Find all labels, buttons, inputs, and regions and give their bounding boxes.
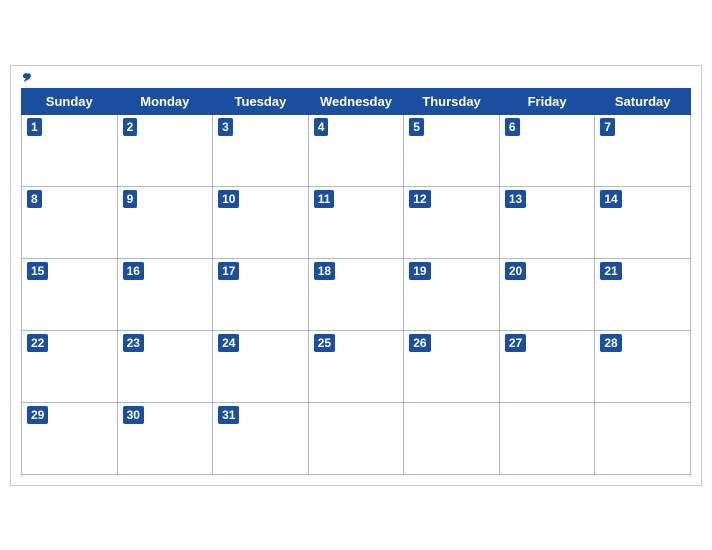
day-number: 5: [409, 118, 424, 137]
calendar-cell: 13: [499, 186, 595, 258]
week-row-5: 29 30 31: [22, 402, 691, 474]
calendar-cell: 15: [22, 258, 118, 330]
calendar-cell: 31: [213, 402, 309, 474]
week-row-3: 15 16 17 18 19 20 21: [22, 258, 691, 330]
calendar-cell: [308, 402, 404, 474]
day-number: 9: [123, 190, 138, 209]
calendar-cell: 20: [499, 258, 595, 330]
calendar-cell: [499, 402, 595, 474]
weekday-header-monday: Monday: [117, 88, 213, 114]
calendar-cell: [404, 402, 500, 474]
calendar-body: 1234567891011121314151617181920212223242…: [22, 114, 691, 474]
calendar-cell: 16: [117, 258, 213, 330]
week-row-4: 22 23 24 25 26 27 28: [22, 330, 691, 402]
day-number: 12: [409, 190, 430, 209]
calendar-cell: [595, 402, 691, 474]
calendar-cell: 9: [117, 186, 213, 258]
day-number: 11: [314, 190, 335, 209]
day-number: 21: [600, 262, 621, 281]
calendar-cell: 30: [117, 402, 213, 474]
day-number: 24: [218, 334, 239, 353]
day-number: 30: [123, 406, 144, 425]
day-number: 8: [27, 190, 42, 209]
calendar-cell: 1: [22, 114, 118, 186]
calendar-cell: 19: [404, 258, 500, 330]
calendar-cell: 4: [308, 114, 404, 186]
weekday-header-sunday: Sunday: [22, 88, 118, 114]
calendar-cell: 29: [22, 402, 118, 474]
day-number: 6: [505, 118, 520, 137]
calendar-cell: 22: [22, 330, 118, 402]
calendar-cell: 28: [595, 330, 691, 402]
weekday-header-row: SundayMondayTuesdayWednesdayThursdayFrid…: [22, 88, 691, 114]
calendar-cell: 25: [308, 330, 404, 402]
day-number: 13: [505, 190, 526, 209]
calendar-cell: 23: [117, 330, 213, 402]
calendar-cell: 26: [404, 330, 500, 402]
calendar-cell: 17: [213, 258, 309, 330]
day-number: 28: [600, 334, 621, 353]
day-number: 18: [314, 262, 335, 281]
weekday-header-wednesday: Wednesday: [308, 88, 404, 114]
day-number: 10: [218, 190, 239, 209]
day-number: 2: [123, 118, 138, 137]
calendar-cell: 21: [595, 258, 691, 330]
day-number: 31: [218, 406, 239, 425]
weekday-header-thursday: Thursday: [404, 88, 500, 114]
calendar-cell: 24: [213, 330, 309, 402]
day-number: 4: [314, 118, 329, 137]
day-number: 14: [600, 190, 621, 209]
calendar-cell: 8: [22, 186, 118, 258]
day-number: 1: [27, 118, 42, 137]
calendar-cell: 18: [308, 258, 404, 330]
logo-blue-text: [21, 71, 37, 85]
week-row-2: 8 9 10 11 12 13 14: [22, 186, 691, 258]
calendar-cell: 5: [404, 114, 500, 186]
calendar-cell: 6: [499, 114, 595, 186]
calendar-table: SundayMondayTuesdayWednesdayThursdayFrid…: [21, 88, 691, 475]
weekday-header-friday: Friday: [499, 88, 595, 114]
calendar-cell: 27: [499, 330, 595, 402]
calendar-cell: 11: [308, 186, 404, 258]
day-number: 26: [409, 334, 430, 353]
day-number: 3: [218, 118, 233, 137]
day-number: 17: [218, 262, 239, 281]
day-number: 23: [123, 334, 144, 353]
calendar-cell: 14: [595, 186, 691, 258]
day-number: 7: [600, 118, 615, 137]
day-number: 19: [409, 262, 430, 281]
logo-area: [21, 71, 37, 85]
day-number: 25: [314, 334, 335, 353]
calendar-cell: 7: [595, 114, 691, 186]
calendar-cell: 3: [213, 114, 309, 186]
day-number: 29: [27, 406, 48, 425]
weekday-header-tuesday: Tuesday: [213, 88, 309, 114]
calendar-cell: 2: [117, 114, 213, 186]
day-number: 20: [505, 262, 526, 281]
day-number: 22: [27, 334, 48, 353]
weekday-header-saturday: Saturday: [595, 88, 691, 114]
calendar-cell: 10: [213, 186, 309, 258]
day-number: 15: [27, 262, 48, 281]
calendar-container: SundayMondayTuesdayWednesdayThursdayFrid…: [10, 65, 702, 486]
logo-bird-icon: [21, 71, 35, 85]
day-number: 27: [505, 334, 526, 353]
week-row-1: 1 2 3 4 5 6 7: [22, 114, 691, 186]
day-number: 16: [123, 262, 144, 281]
calendar-cell: 12: [404, 186, 500, 258]
